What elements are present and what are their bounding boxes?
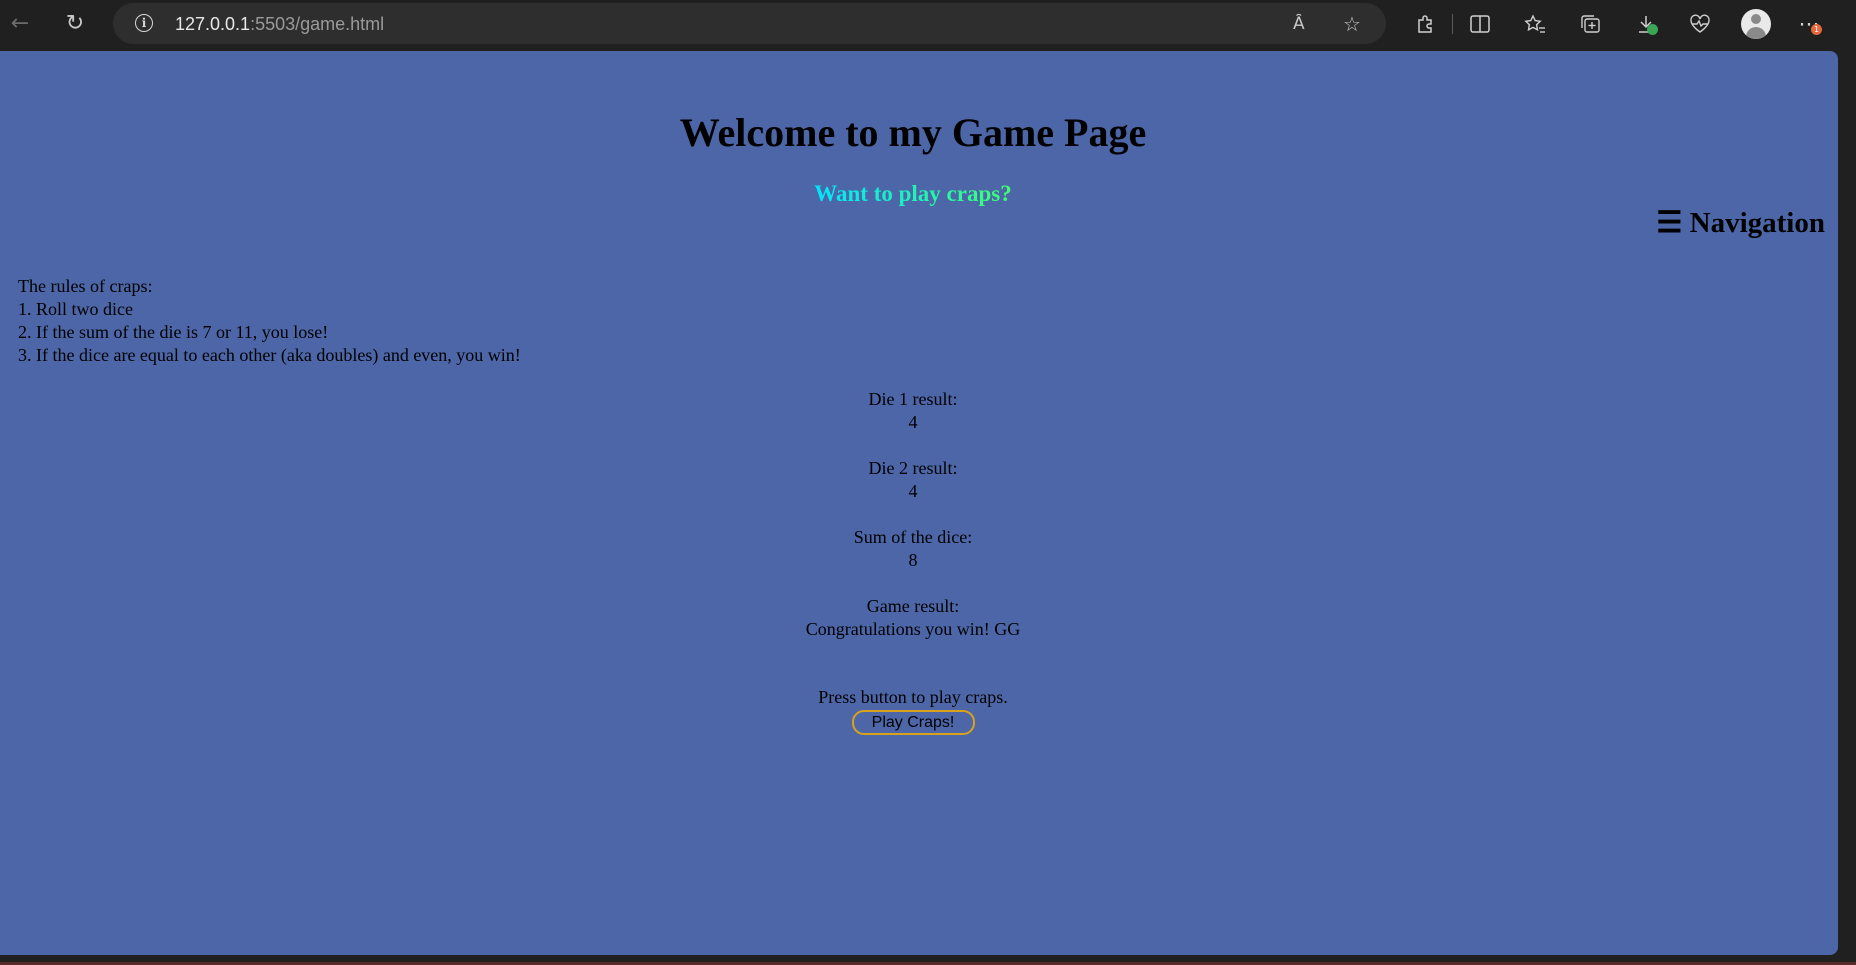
avatar-body <box>1746 27 1766 39</box>
subtitle-text: Want to play craps? <box>814 181 1012 206</box>
die2-label: Die 2 result: <box>868 458 958 478</box>
page-title: Welcome to my Game Page <box>679 110 1147 155</box>
rules-section: The rules of craps: 1. Roll two dice 2. … <box>18 275 521 367</box>
sum-label: Sum of the dice: <box>853 527 973 547</box>
avatar-head <box>1751 14 1761 24</box>
read-aloud-icon[interactable]: Ȃ <box>1293 14 1305 34</box>
menu-notification-badge: 1 <box>1811 24 1822 35</box>
die2-value: 4 <box>908 481 918 501</box>
results-section: Die 1 result: 4 Die 2 result: 4 Sum of t… <box>0 388 1826 664</box>
game-result: Game result: Congratulations you win! GG <box>0 595 1826 641</box>
game-result-value: Congratulations you win! GG <box>805 619 1021 639</box>
back-arrow-icon[interactable]: ← <box>6 10 34 38</box>
page-subtitle: Want to play craps? <box>0 181 1826 207</box>
star-icon[interactable]: ☆ <box>1343 12 1361 36</box>
die1-label: Die 1 result: <box>868 389 958 409</box>
url-host: 127.0.0.1 <box>175 14 251 34</box>
puzzle-icon[interactable] <box>1411 10 1439 38</box>
sum-value: 8 <box>908 550 918 570</box>
play-prompt: Press button to play craps. <box>818 687 1008 707</box>
die1-result: Die 1 result: 4 <box>0 388 1826 434</box>
heart-pulse-icon[interactable] <box>1686 10 1714 38</box>
rules-heading: The rules of craps: <box>18 276 153 296</box>
page-viewport: Welcome to my Game Page Want to play cra… <box>0 51 1838 955</box>
info-icon[interactable]: i <box>135 14 153 32</box>
rule-item: 3. If the dice are equal to each other (… <box>18 345 521 365</box>
rule-item: 1. Roll two dice <box>18 299 133 319</box>
browser-toolbar: ← ↻ i 127.0.0.1:5503/game.html Ȃ ☆ ⋯ 1 <box>0 0 1856 48</box>
profile-avatar[interactable] <box>1741 9 1771 39</box>
game-result-label: Game result: <box>866 596 960 616</box>
url-path: :5503/game.html <box>250 14 385 34</box>
sum-result: Sum of the dice: 8 <box>0 526 1826 572</box>
favorites-icon[interactable] <box>1521 10 1549 38</box>
die1-value: 4 <box>908 412 918 432</box>
reload-icon[interactable]: ↻ <box>61 10 89 38</box>
navigation-toggle[interactable]: ☰ Navigation <box>1656 205 1825 240</box>
address-bar[interactable]: i 127.0.0.1:5503/game.html Ȃ ☆ <box>113 3 1386 44</box>
split-screen-icon[interactable] <box>1466 10 1494 38</box>
toolbar-divider <box>1452 14 1453 34</box>
collections-icon[interactable] <box>1577 10 1605 38</box>
url-text[interactable]: 127.0.0.1:5503/game.html <box>175 14 384 35</box>
rule-item: 2. If the sum of the die is 7 or 11, you… <box>18 322 329 342</box>
die2-result: Die 2 result: 4 <box>0 457 1826 503</box>
download-complete-badge <box>1647 24 1658 35</box>
play-section: Press button to play craps. Play Craps! <box>0 686 1826 735</box>
scrollbar-gutter[interactable] <box>1838 51 1856 955</box>
play-craps-button[interactable]: Play Craps! <box>851 710 975 735</box>
